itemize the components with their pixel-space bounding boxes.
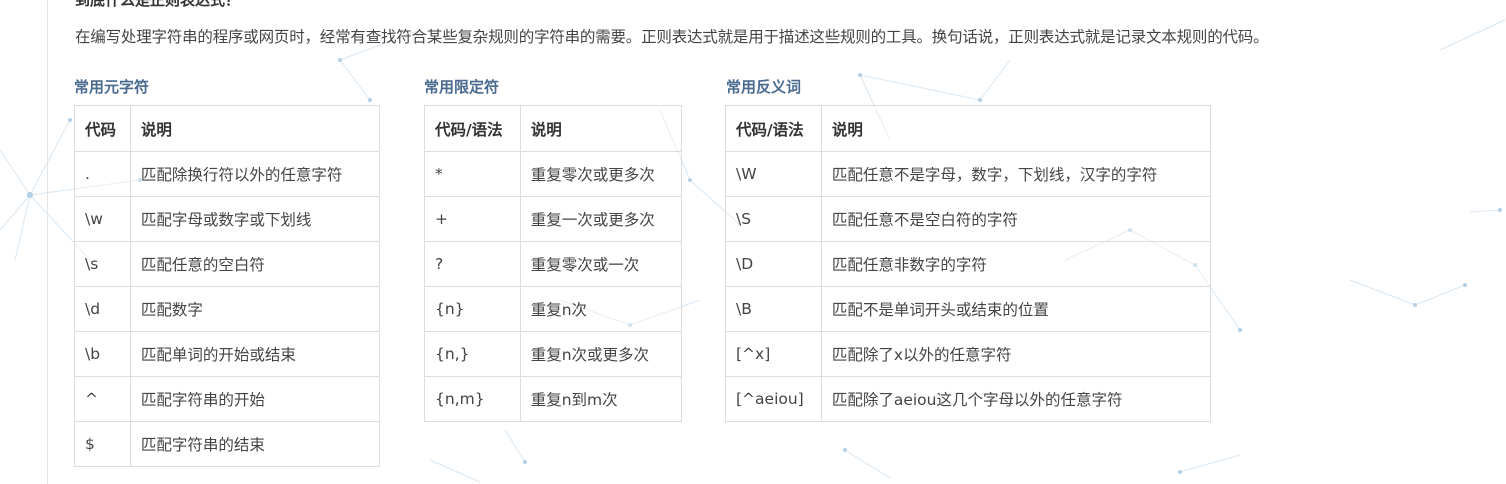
table-header-row: 代码/语法 说明 xyxy=(725,105,1212,152)
antonyms-table: 代码/语法 说明 \W 匹配任意不是字母，数字，下划线，汉字的字符 \S 匹配任意不… xyxy=(725,105,1212,422)
code-cell: {n} xyxy=(424,286,521,332)
description-cell: 匹配字符串的结束 xyxy=(129,421,381,467)
table-row: + 重复一次或更多次 xyxy=(424,196,683,242)
description-cell: 匹配任意非数字的字符 xyxy=(820,241,1212,287)
description-cell: 匹配数字 xyxy=(129,286,381,332)
table-row: \d 匹配数字 xyxy=(74,286,381,332)
column-header-code: 代码/语法 xyxy=(424,105,521,152)
column-header-description: 说明 xyxy=(129,105,381,152)
code-cell: $ xyxy=(74,421,131,467)
table-header-row: 代码 说明 xyxy=(74,105,381,152)
description-cell: 匹配不是单词开头或结束的位置 xyxy=(820,286,1212,332)
table-row: \b 匹配单词的开始或结束 xyxy=(74,331,381,377)
description-cell: 重复n到m次 xyxy=(519,376,683,422)
description-cell: 匹配任意不是字母，数字，下划线，汉字的字符 xyxy=(820,151,1212,197)
code-cell: \w xyxy=(74,196,131,242)
description-cell: 匹配除换行符以外的任意字符 xyxy=(129,151,381,197)
metachars-title: 常用元字符 xyxy=(74,78,150,96)
column-header-code: 代码/语法 xyxy=(725,105,822,152)
table-row: $ 匹配字符串的结束 xyxy=(74,421,381,467)
code-cell: \D xyxy=(725,241,822,287)
table-row: \w 匹配字母或数字或下划线 xyxy=(74,196,381,242)
column-header-description: 说明 xyxy=(519,105,683,152)
description-cell: 匹配单词的开始或结束 xyxy=(129,331,381,377)
intro-paragraph: 在编写处理字符串的程序或网页时，经常有查找符合某些复杂规则的字符串的需要。正则表… xyxy=(75,28,1269,46)
metachars-table: 代码 说明 . 匹配除换行符以外的任意字符 \w 匹配字母或数字或下划线 \s 匹配任… xyxy=(74,105,381,467)
table-row: [^x] 匹配除了x以外的任意字符 xyxy=(725,331,1212,377)
code-cell: \b xyxy=(74,331,131,377)
description-cell: 重复n次或更多次 xyxy=(519,331,683,377)
code-cell: \d xyxy=(74,286,131,332)
code-cell: {n,m} xyxy=(424,376,521,422)
content-left-border xyxy=(47,0,48,484)
table-row: ? 重复零次或一次 xyxy=(424,241,683,287)
description-cell: 重复零次或一次 xyxy=(519,241,683,287)
code-cell: ^ xyxy=(74,376,131,422)
table-row: {n,m} 重复n到m次 xyxy=(424,376,683,422)
description-cell: 重复n次 xyxy=(519,286,683,332)
code-cell: \W xyxy=(725,151,822,197)
column-header-code: 代码 xyxy=(74,105,131,152)
description-cell: 匹配除了x以外的任意字符 xyxy=(820,331,1212,377)
description-cell: 匹配任意的空白符 xyxy=(129,241,381,287)
table-row: \D 匹配任意非数字的字符 xyxy=(725,241,1212,287)
column-header-description: 说明 xyxy=(820,105,1212,152)
description-cell: 重复一次或更多次 xyxy=(519,196,683,242)
description-cell: 匹配字符串的开始 xyxy=(129,376,381,422)
description-cell: 匹配字母或数字或下划线 xyxy=(129,196,381,242)
table-row: {n} 重复n次 xyxy=(424,286,683,332)
code-cell: . xyxy=(74,151,131,197)
description-cell: 匹配任意不是空白符的字符 xyxy=(820,196,1212,242)
code-cell: + xyxy=(424,196,521,242)
code-cell: \s xyxy=(74,241,131,287)
code-cell: * xyxy=(424,151,521,197)
table-row: * 重复零次或更多次 xyxy=(424,151,683,197)
quantifiers-title: 常用限定符 xyxy=(424,78,500,96)
table-row: \s 匹配任意的空白符 xyxy=(74,241,381,287)
quantifiers-table: 代码/语法 说明 * 重复零次或更多次 + 重复一次或更多次 ? 重复零次或一次 {n… xyxy=(424,105,683,422)
description-cell: 重复零次或更多次 xyxy=(519,151,683,197)
table-row: \S 匹配任意不是空白符的字符 xyxy=(725,196,1212,242)
antonyms-title: 常用反义词 xyxy=(726,78,802,96)
table-row: {n,} 重复n次或更多次 xyxy=(424,331,683,377)
code-cell: \B xyxy=(725,286,822,332)
table-row: \W 匹配任意不是字母，数字，下划线，汉字的字符 xyxy=(725,151,1212,197)
code-cell: \S xyxy=(725,196,822,242)
table-row: \B 匹配不是单词开头或结束的位置 xyxy=(725,286,1212,332)
code-cell: ? xyxy=(424,241,521,287)
section-heading: 到底什么是正则表达式？ xyxy=(75,0,241,9)
table-header-row: 代码/语法 说明 xyxy=(424,105,683,152)
code-cell: [^x] xyxy=(725,331,822,377)
table-row: [^aeiou] 匹配除了aeiou这几个字母以外的任意字符 xyxy=(725,376,1212,422)
table-row: . 匹配除换行符以外的任意字符 xyxy=(74,151,381,197)
code-cell: {n,} xyxy=(424,331,521,377)
description-cell: 匹配除了aeiou这几个字母以外的任意字符 xyxy=(820,376,1212,422)
code-cell: [^aeiou] xyxy=(725,376,822,422)
table-row: ^ 匹配字符串的开始 xyxy=(74,376,381,422)
